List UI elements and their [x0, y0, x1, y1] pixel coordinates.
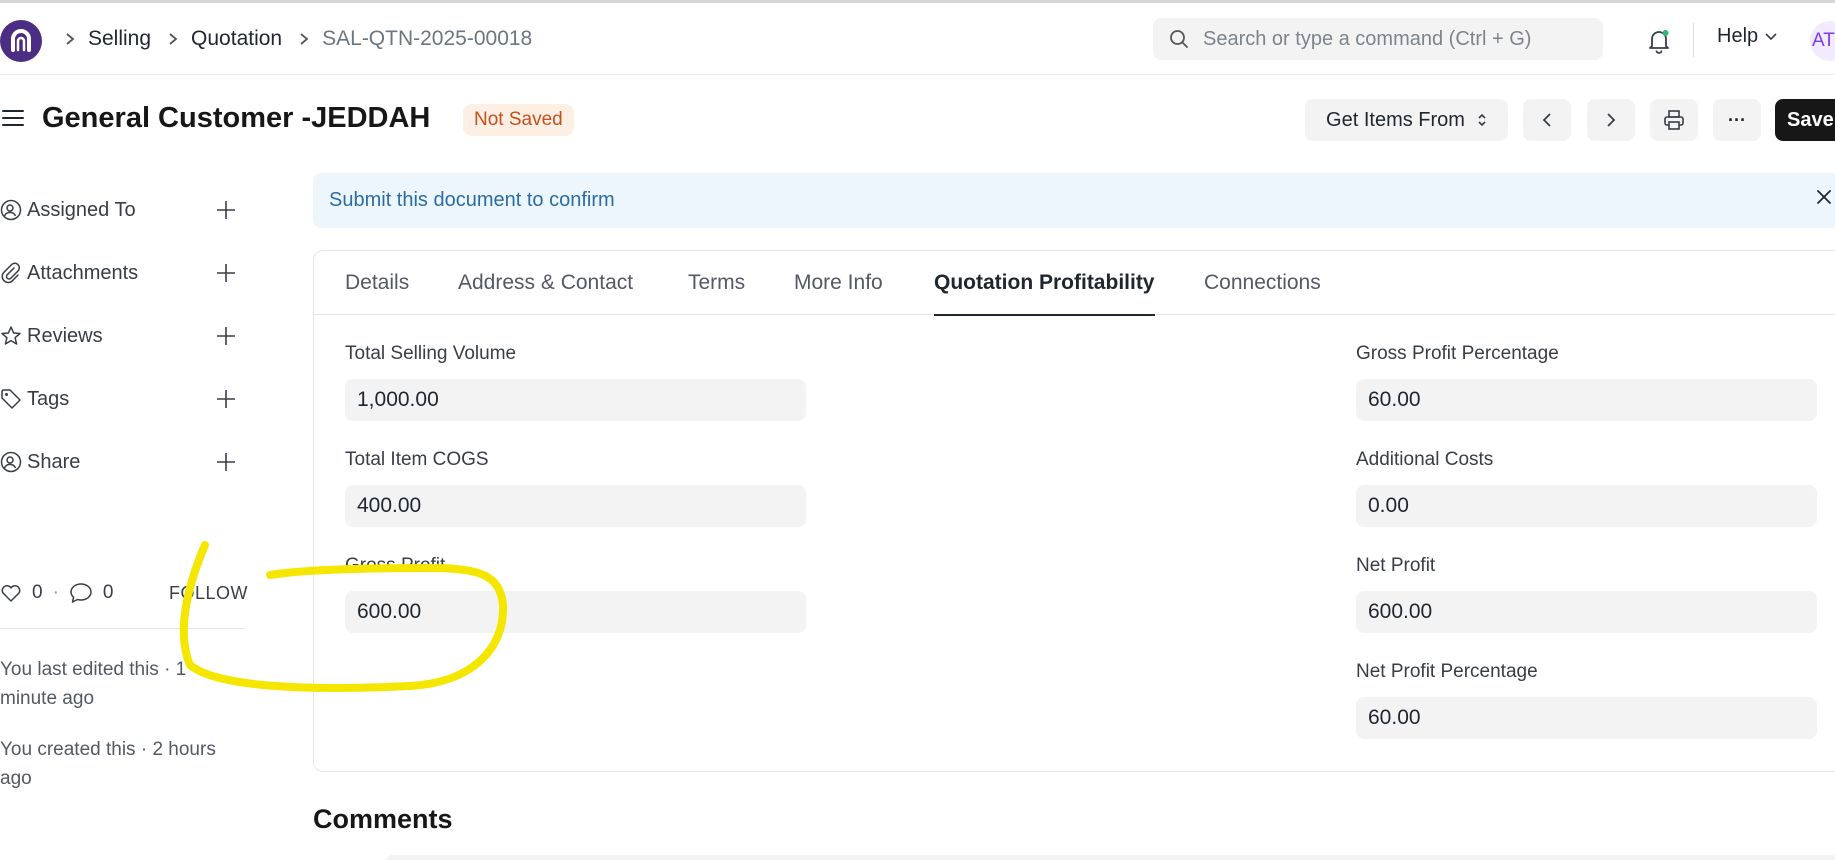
total-item-cogs-field[interactable] — [345, 485, 806, 527]
avatar[interactable]: AT — [1810, 21, 1835, 61]
tab-connections[interactable]: Connections — [1204, 251, 1321, 315]
additional-costs-field[interactable] — [1356, 485, 1817, 527]
add-tag-plus-icon[interactable] — [215, 388, 237, 410]
sidebar-item-label: Attachments — [27, 261, 139, 284]
sidebar-item-tags[interactable]: Tags — [0, 379, 245, 419]
gross-profit-label: Gross Profit — [345, 555, 446, 576]
sidebar-item-label: Share — [27, 450, 81, 473]
follow-button[interactable]: FOLLOW — [169, 583, 248, 604]
get-items-from-button[interactable]: Get Items From — [1305, 99, 1508, 141]
search-bar[interactable] — [1153, 18, 1603, 60]
add-review-plus-icon[interactable] — [215, 325, 237, 347]
chevron-right-icon — [167, 32, 179, 46]
comment-input-box[interactable] — [385, 855, 1835, 860]
avatar-initials: AT — [1812, 30, 1835, 51]
tab-details[interactable]: Details — [345, 251, 409, 315]
add-share-plus-icon[interactable] — [215, 451, 237, 473]
sidebar-item-attachments[interactable]: Attachments — [0, 253, 245, 293]
add-attachment-plus-icon[interactable] — [215, 262, 237, 284]
assign-user-icon — [0, 199, 22, 221]
star-icon — [1, 326, 21, 345]
sidebar-item-share[interactable]: Share — [0, 442, 245, 482]
banner-text: Submit this document to confirm — [329, 189, 615, 211]
gross-profit-percentage-field[interactable] — [1356, 379, 1817, 421]
status-badge: Not Saved — [463, 104, 574, 136]
page-title: General Customer -JEDDAH — [42, 102, 431, 134]
tag-icon — [1, 389, 21, 409]
sidebar-item-label: Assigned To — [27, 198, 136, 221]
add-assignee-plus-icon[interactable] — [215, 199, 237, 221]
navbar: Selling Quotation SAL-QTN-2025-00018 Hel… — [0, 3, 1835, 75]
next-document-button[interactable] — [1587, 99, 1635, 141]
comments-count: 0 — [102, 582, 114, 603]
sidebar-item-assigned-to[interactable]: Assigned To — [0, 190, 245, 230]
total-selling-volume-label: Total Selling Volume — [345, 343, 517, 364]
select-arrows-icon — [1478, 113, 1486, 127]
logo-icon — [11, 29, 31, 52]
notification-bell-icon[interactable] — [1647, 28, 1671, 59]
app-logo[interactable] — [0, 20, 42, 62]
form-card: Details Address & Contact Terms More Inf… — [313, 250, 1835, 772]
help-menu[interactable]: Help — [1717, 25, 1778, 48]
breadcrumb-selling[interactable]: Selling — [88, 27, 151, 51]
gross-profit-percentage-label: Gross Profit Percentage — [1356, 343, 1559, 364]
save-button[interactable]: Save — [1775, 99, 1835, 141]
chevron-down-icon — [1765, 32, 1777, 40]
breadcrumb: Selling Quotation SAL-QTN-2025-00018 — [60, 3, 532, 75]
tab-terms[interactable]: Terms — [688, 251, 745, 315]
paperclip-icon — [1, 262, 21, 284]
breadcrumb-quotation[interactable]: Quotation — [191, 27, 282, 51]
tab-more-info[interactable]: More Info — [794, 251, 883, 315]
form-tabs: Details Address & Contact Terms More Inf… — [314, 251, 1835, 316]
gross-profit-field[interactable] — [345, 591, 806, 633]
additional-costs-label: Additional Costs — [1356, 449, 1494, 470]
chevron-right-icon — [298, 32, 310, 46]
chevron-right-icon — [64, 32, 76, 46]
chevron-left-icon — [1542, 113, 1551, 127]
tab-quotation-profitability[interactable]: Quotation Profitability — [934, 251, 1155, 316]
sidebar-item-label: Reviews — [27, 324, 103, 347]
net-profit-percentage-field[interactable] — [1356, 697, 1817, 739]
separator-dot: · — [52, 582, 59, 603]
search-icon — [1170, 30, 1188, 48]
close-icon[interactable] — [1815, 188, 1833, 206]
likes-count: 0 — [32, 582, 43, 603]
previous-document-button[interactable] — [1523, 99, 1571, 141]
tab-address-contact[interactable]: Address & Contact — [458, 251, 633, 315]
more-actions-button[interactable]: ··· — [1713, 99, 1761, 141]
net-profit-label: Net Profit — [1356, 555, 1436, 576]
net-profit-percentage-label: Net Profit Percentage — [1356, 661, 1538, 682]
comment-bubble-icon[interactable] — [69, 582, 93, 604]
sidebar-item-label: Tags — [27, 387, 70, 410]
chevron-right-icon — [1607, 113, 1616, 127]
sidebar-divider — [0, 628, 245, 629]
share-user-icon — [0, 451, 22, 473]
more-actions-label: ··· — [1728, 109, 1746, 130]
comments-heading: Comments — [313, 804, 453, 834]
get-items-from-label: Get Items From — [1326, 108, 1465, 131]
help-label: Help — [1717, 25, 1759, 47]
total-item-cogs-label: Total Item COGS — [345, 449, 489, 470]
heart-icon[interactable] — [0, 583, 22, 603]
printer-icon — [1664, 110, 1684, 130]
form-intro-banner: Submit this document to confirm — [313, 173, 1835, 228]
print-button[interactable] — [1650, 99, 1698, 141]
hamburger-menu-icon[interactable] — [2, 108, 24, 133]
navbar-divider — [1693, 23, 1694, 57]
activity-created: You created this · 2 hours ago — [0, 739, 216, 789]
total-selling-volume-field[interactable] — [345, 379, 806, 421]
search-input[interactable] — [1203, 27, 1583, 51]
sidebar-item-reviews[interactable]: Reviews — [0, 316, 245, 356]
activity-last-edited: You last edited this · 1 minute ago — [0, 659, 187, 709]
breadcrumb-document[interactable]: SAL-QTN-2025-00018 — [322, 27, 532, 51]
net-profit-field[interactable] — [1356, 591, 1817, 633]
